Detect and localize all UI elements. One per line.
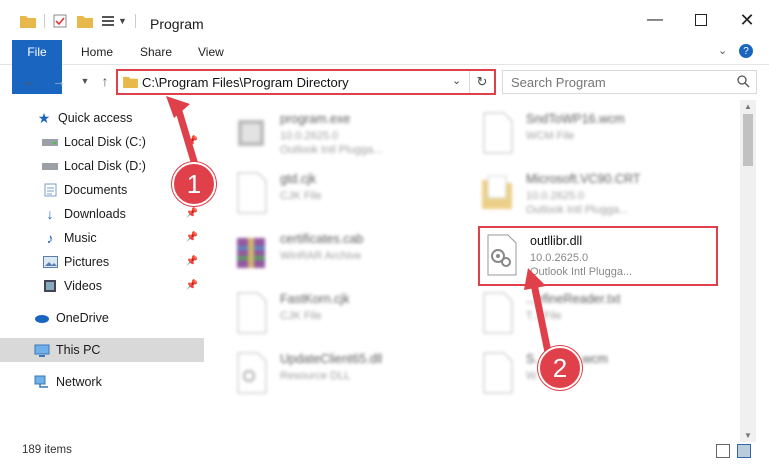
file-explorer-window: ▼ Program — ✕ File Home Share View ⌄ ? ←… <box>0 0 769 474</box>
step-2-badge: 2 <box>538 346 582 390</box>
item-count: 189 items <box>22 444 72 456</box>
large-icons-view-icon[interactable] <box>737 444 751 458</box>
status-bar: 189 items <box>0 442 769 474</box>
details-view-icon[interactable] <box>716 444 730 458</box>
step-1-badge: 1 <box>172 162 216 206</box>
annotation-arrows <box>166 96 552 356</box>
